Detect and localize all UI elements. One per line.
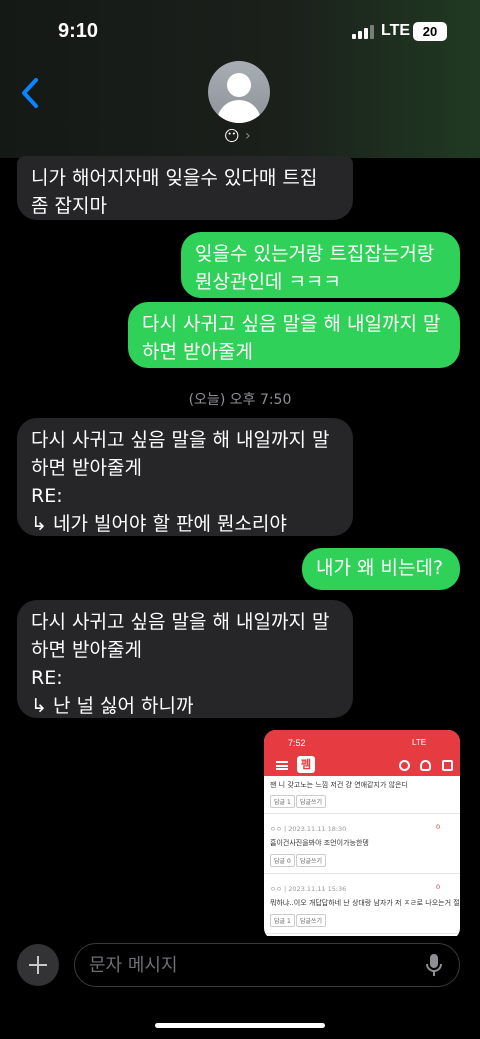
- chevron-right-icon: ›: [245, 128, 251, 144]
- battery-icon: 20: [413, 22, 447, 41]
- reply-write: 답글쓰기: [296, 854, 327, 867]
- attachment-network: LTE: [412, 738, 427, 747]
- network-label: LTE: [381, 22, 411, 39]
- comment-row: ㅇㅇ | 2023.11.11 15:36 0 뭐하냐..이오 개답답하네 난 …: [264, 874, 460, 934]
- reply-count: 답글 0: [270, 854, 295, 867]
- menu-icon: [276, 761, 288, 770]
- comment-text: 잰 니 갖고노는 느낌 저건 걍 연애같지가 않은디: [270, 781, 408, 789]
- attachment-app-header: 7:52 LTE 펨: [264, 730, 460, 776]
- comment-row: ㅇㅇ | 2023.11.11 18:30 0 흠이건사진을봐야 조언이가능한뎅…: [264, 814, 460, 874]
- comment-text: 흠이건사진을봐야 조언이가능한뎅: [270, 839, 369, 847]
- message-bubble-incoming[interactable]: 니가 해어지자매 잊을수 있다매 트집 좀 잡지마: [17, 156, 353, 220]
- message-bubble-outgoing[interactable]: 다시 사귀고 싶음 말을 해 내일까지 말 하면 받아줄게: [128, 302, 460, 368]
- reply-write: 답글쓰기: [296, 914, 327, 927]
- like-count: 0: [436, 823, 441, 831]
- message-bubble-outgoing[interactable]: 잊을수 있는거랑 트집잡는거랑 뭔상관인데 ㅋㅋㅋ: [181, 232, 460, 298]
- status-time: 9:10: [58, 20, 99, 42]
- add-attachment-button[interactable]: [17, 944, 59, 986]
- user-icon: [420, 760, 431, 771]
- search-icon: [399, 760, 410, 771]
- message-input[interactable]: [89, 944, 409, 986]
- attachment-time: 7:52: [288, 738, 306, 748]
- message-bubble-incoming[interactable]: 다시 사귀고 싶음 말을 해 내일까지 말 하면 받아줄게 RE: ↳ 네가 빌…: [17, 418, 353, 536]
- chevron-left-icon: [22, 78, 38, 108]
- reply-count: 답글 1: [270, 914, 295, 927]
- avatar-body-icon: [217, 100, 261, 123]
- message-timestamp: (오늘) 오후 7:50: [188, 392, 292, 408]
- comment-text: 뭐하냐..이오 개답답하네 난 상대랑 남자가 저 ㅈㄹ로 나오는거 절대못봄: [270, 899, 460, 907]
- comment-meta: ㅇㅇ | 2023.11.11 15:36: [270, 885, 347, 893]
- comment-meta: ㅇㅇ | 2023.11.11 18:30: [270, 825, 347, 833]
- reply-count: 답글 1: [270, 795, 295, 808]
- home-indicator: [155, 1023, 325, 1028]
- message-bubble-outgoing[interactable]: 내가 왜 비는데?: [302, 548, 460, 590]
- comment-row: 잰 니 갖고노는 느낌 저건 걍 연애같지가 않은디 답글 1 답글쓰기: [264, 776, 460, 814]
- edit-icon: [442, 760, 453, 771]
- status-bar: 9:10 LTE 20: [0, 0, 480, 62]
- message-field[interactable]: [74, 943, 460, 987]
- contact-avatar[interactable]: [208, 61, 270, 123]
- back-button[interactable]: [16, 76, 46, 110]
- like-count: 0: [436, 883, 441, 891]
- image-attachment[interactable]: 7:52 LTE 펨 잰 니 갖고노는 느낌 저건 걍 연애같지가 않은디 답글…: [264, 730, 460, 940]
- reply-write: 답글쓰기: [296, 795, 327, 808]
- avatar-head-icon: [227, 73, 251, 97]
- app-logo: 펨: [297, 756, 315, 773]
- signal-icon: [352, 25, 376, 39]
- microphone-icon[interactable]: [426, 953, 442, 977]
- contact-name-emoji[interactable]: 😶: [224, 127, 240, 145]
- message-bubble-incoming[interactable]: 다시 사귀고 싶음 말을 해 내일까지 말 하면 받아줄게 RE: ↳ 난 널 …: [17, 600, 353, 718]
